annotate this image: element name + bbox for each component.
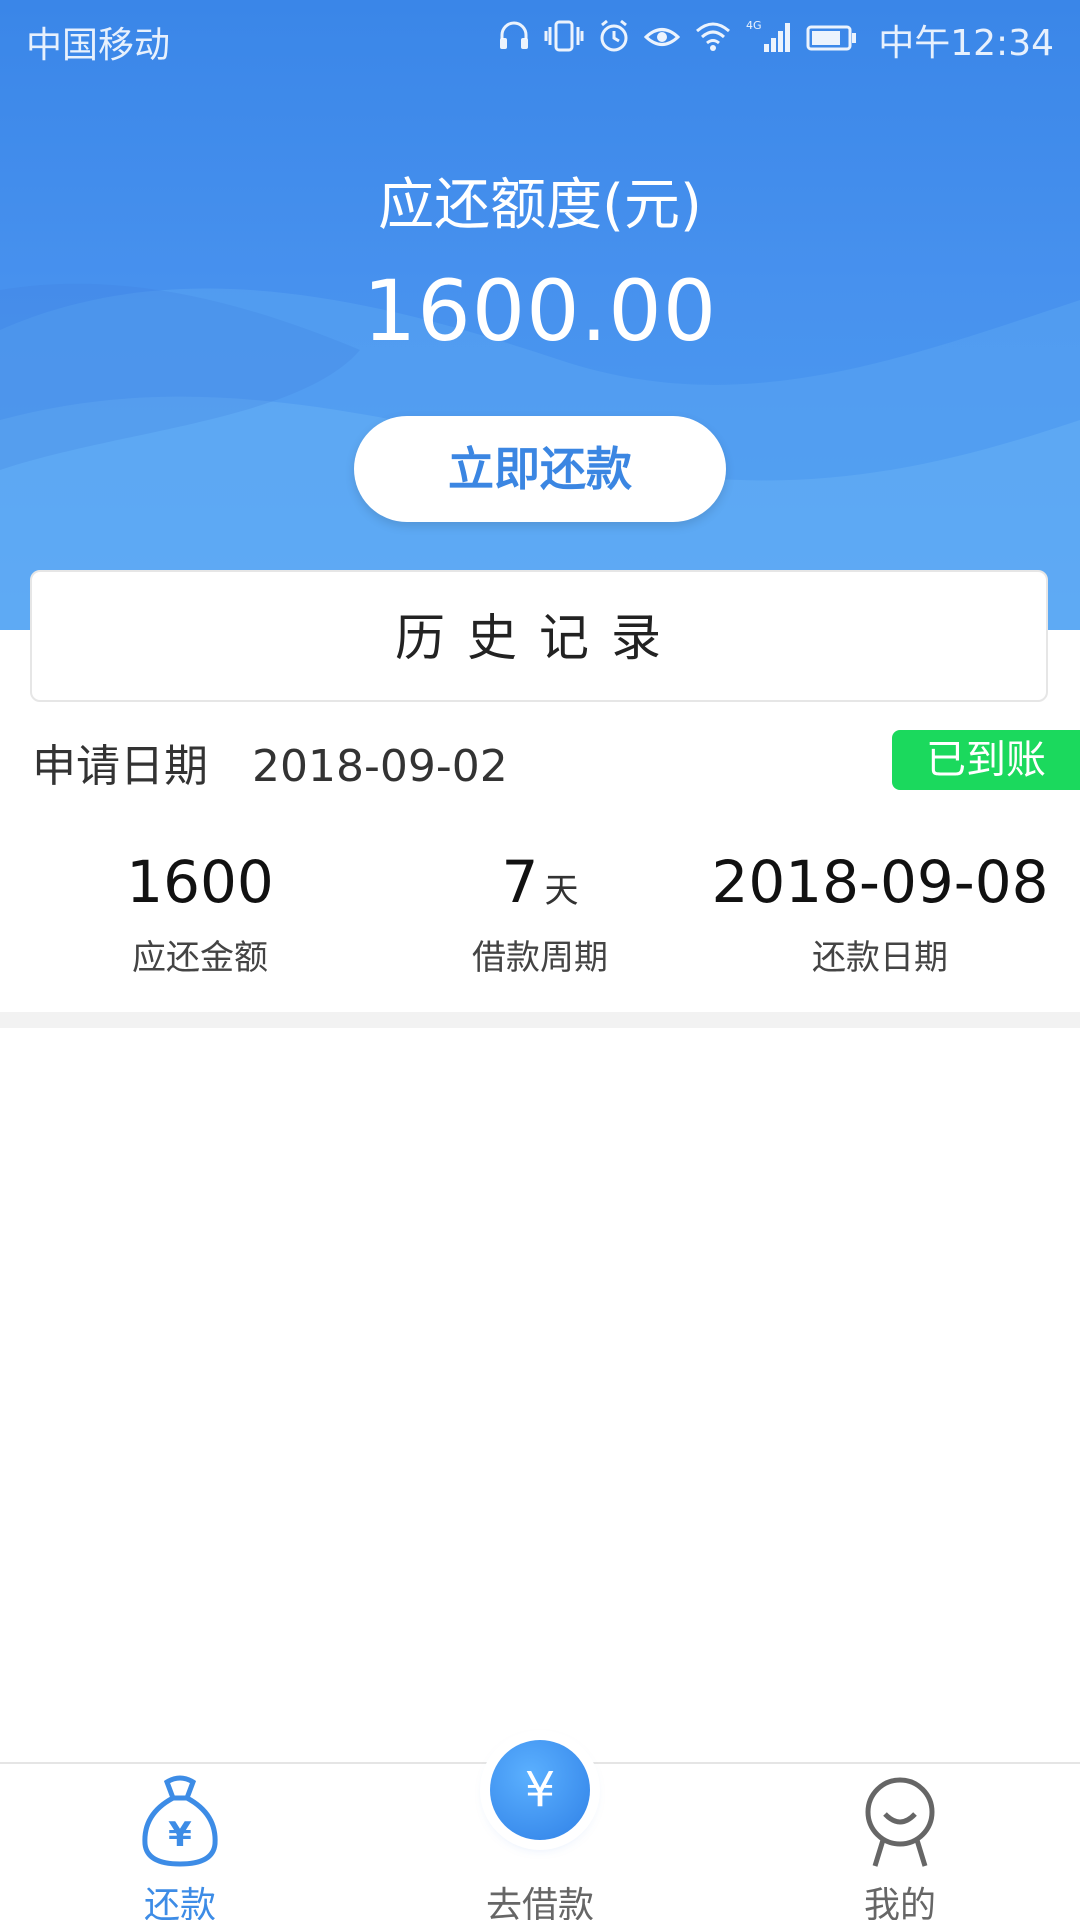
stat-amount-due: 1600 应还金额: [20, 848, 380, 979]
stat-amount-due-label: 应还金额: [132, 938, 268, 978]
alarm-icon: [598, 19, 630, 62]
amount-due-value: 1600.00: [362, 262, 718, 360]
history-records-header[interactable]: 历史记录: [30, 570, 1048, 702]
stat-amount-due-value: 1600: [126, 848, 274, 916]
summary-header: 中国移动 4G 中午12:34 应还额度(元) 1600.00 立即还款: [0, 0, 1080, 630]
nav-borrow-label: 去借款: [485, 1885, 594, 1920]
vibrate-icon: [544, 19, 584, 62]
repay-now-button[interactable]: 立即还款: [354, 416, 726, 522]
stat-repay-date-value: 2018-09-08: [711, 848, 1049, 916]
record-date-row: 申请日期 2018-09-02: [32, 730, 508, 794]
money-bag-icon: ¥: [137, 1774, 223, 1874]
stat-repay-date-label: 还款日期: [812, 938, 948, 978]
borrow-fab-button[interactable]: ¥: [490, 1740, 590, 1840]
headphones-icon: [498, 19, 530, 62]
nav-repay[interactable]: ¥ 还款: [70, 1764, 290, 1920]
wifi-icon: [694, 20, 732, 61]
section-divider: [0, 1012, 1080, 1028]
stat-repay-date: 2018-09-08 还款日期: [700, 848, 1060, 979]
status-badge: 已到账: [892, 730, 1080, 790]
nav-mine[interactable]: 我的: [790, 1764, 1010, 1920]
yen-icon: ¥: [524, 1762, 556, 1818]
stat-loan-period-value: 7: [501, 848, 539, 916]
app-screen: 中国移动 4G 中午12:34 应还额度(元) 1600.00 立即还款 历史记…: [0, 0, 1080, 1920]
status-time: 中午12:34: [878, 23, 1054, 64]
money-bag-symbol: ¥: [168, 1815, 192, 1855]
apply-date-label: 申请日期: [32, 741, 208, 792]
stat-loan-period-unit: 天: [544, 871, 579, 911]
amount-due-label: 应还额度(元): [378, 173, 702, 238]
stat-loan-period-label: 借款周期: [472, 938, 608, 978]
carrier-name: 中国移动: [26, 25, 171, 66]
network-type-label: 4G: [746, 19, 762, 32]
status-icons: 4G 中午12:34: [498, 14, 1054, 66]
status-bar: 中国移动 4G 中午12:34: [0, 0, 1080, 78]
nav-repay-label: 还款: [143, 1885, 216, 1920]
signal-4g-icon: 4G: [746, 18, 792, 63]
profile-icon: [857, 1774, 943, 1874]
apply-date-value: 2018-09-02: [252, 741, 508, 792]
nav-mine-label: 我的: [863, 1885, 936, 1920]
battery-icon: [806, 20, 858, 61]
stat-loan-period: 7天 借款周期: [360, 848, 720, 979]
eye-icon: [644, 20, 681, 61]
